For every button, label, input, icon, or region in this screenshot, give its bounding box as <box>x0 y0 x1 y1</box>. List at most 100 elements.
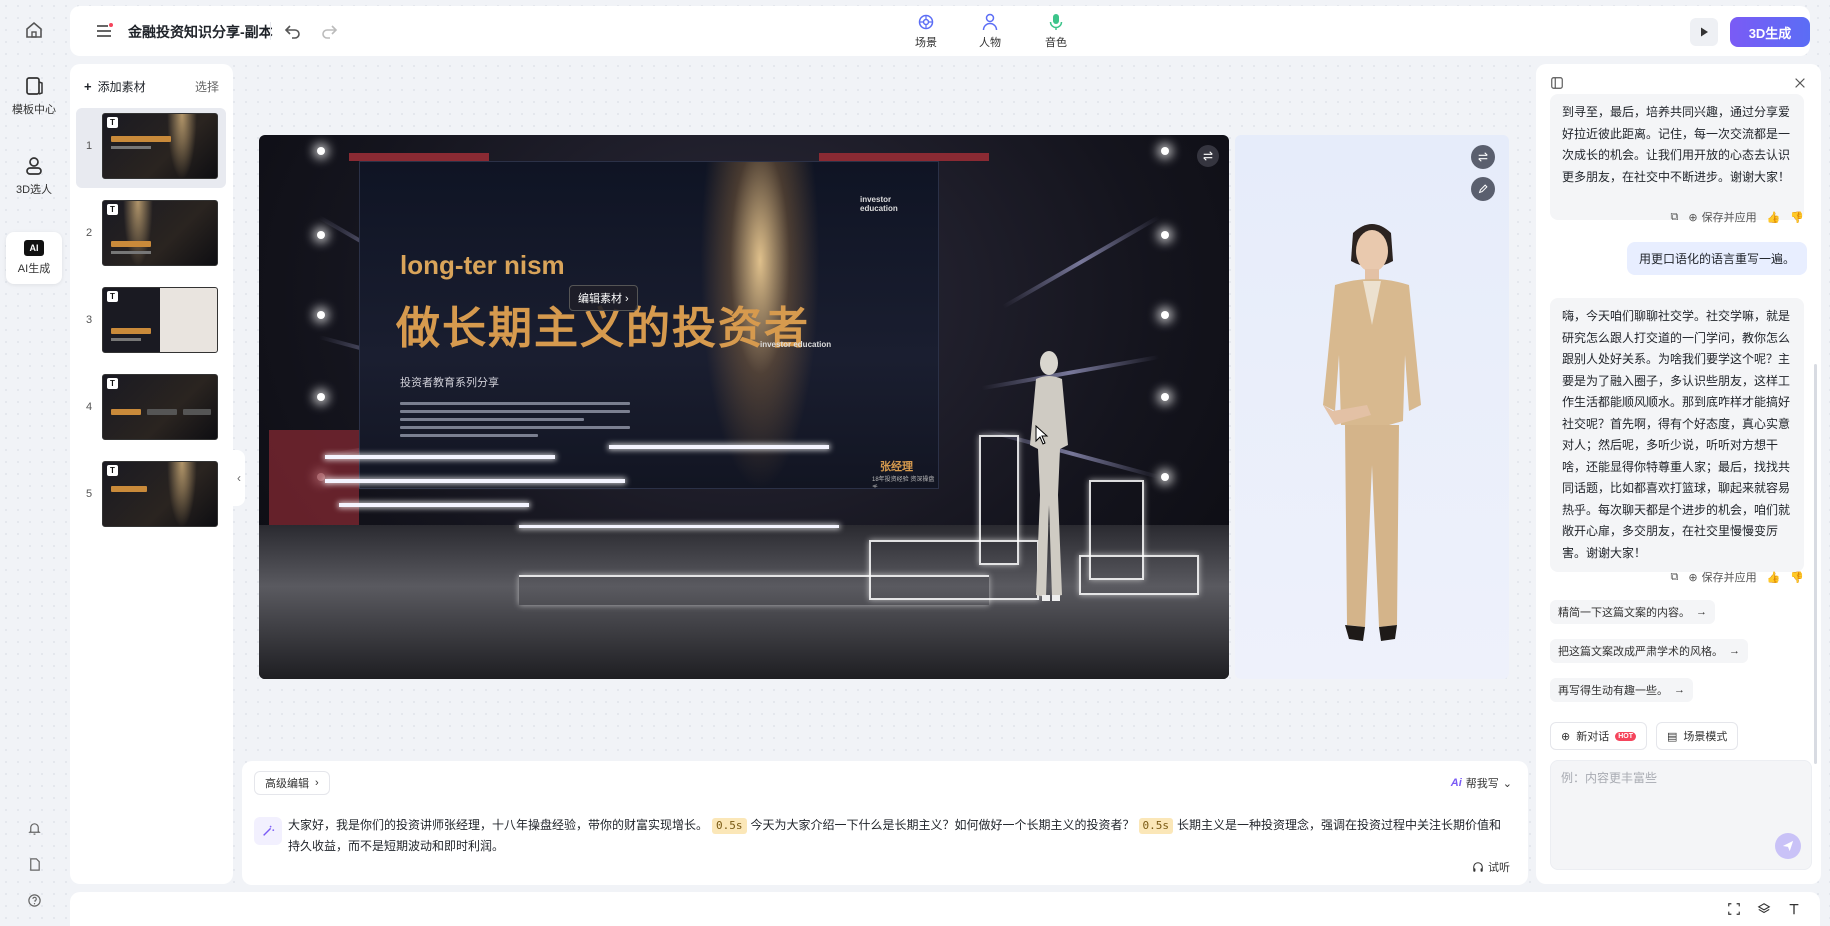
document-icon[interactable] <box>24 854 44 874</box>
slide-thumbnail: T <box>102 287 218 353</box>
rail-template-center[interactable]: 模板中心 <box>6 70 62 122</box>
save-apply-button[interactable]: ⊕ 保存并应用 <box>1688 209 1756 225</box>
rail-ai-label: AI生成 <box>17 263 51 275</box>
chat-input-box <box>1550 760 1812 870</box>
script-editor: 高级编辑 › Ai 帮我写 ⌄ 大家好，我是你们的投资讲师张经理，十八年操盘经验… <box>242 761 1528 885</box>
bell-icon[interactable] <box>24 818 44 838</box>
advanced-edit-button[interactable]: 高级编辑 › <box>254 771 330 795</box>
slide-number: 4 <box>86 401 93 413</box>
rail-ai-generate[interactable]: AI AI生成 <box>6 232 62 284</box>
panel-toggle-icon[interactable] <box>1550 76 1566 92</box>
screen-paragraph <box>400 402 630 442</box>
slide-number: 3 <box>86 314 93 326</box>
plus-circle-icon: ⊕ <box>1688 571 1698 584</box>
edit-icon[interactable] <box>1471 177 1495 201</box>
bottom-bar <box>70 892 1820 926</box>
template-icon <box>26 77 43 95</box>
plus-circle-icon: ⊕ <box>1688 211 1698 224</box>
listen-button[interactable]: 试听 <box>1472 859 1510 875</box>
suggestion-chip[interactable]: 再写得生动有趣一些。 → <box>1550 678 1693 702</box>
select-button[interactable]: 选择 <box>195 78 219 95</box>
top-bar: 金融投资知识分享-副本 场景 人物 音色 3D生成 <box>70 6 1810 56</box>
spotlight <box>317 393 325 401</box>
slide-item[interactable]: 1 T <box>76 108 226 188</box>
project-title[interactable]: 金融投资知识分享-副本 <box>128 22 273 42</box>
avatar-on-stage[interactable] <box>1014 345 1084 613</box>
thumbs-up-icon[interactable]: 👍 <box>1767 211 1781 224</box>
swap-icon[interactable] <box>1197 145 1219 167</box>
arrow-right-icon: → <box>1729 645 1740 657</box>
collapse-panel-button[interactable]: ‹ <box>233 450 245 506</box>
tab-scene-label: 场景 <box>915 37 937 49</box>
slide-thumbnail: T <box>102 113 218 179</box>
help-me-write-label: 帮我写 <box>1465 778 1499 790</box>
home-icon[interactable] <box>24 20 44 40</box>
thumbs-down-icon[interactable]: 👎 <box>1790 571 1804 584</box>
redo-icon[interactable] <box>318 20 340 42</box>
light-beam <box>1002 215 1160 309</box>
slide-item[interactable]: 4 T <box>76 369 226 449</box>
ai-write-icon: Ai <box>1450 777 1462 789</box>
add-material-button[interactable]: + 添加素材 <box>84 78 146 95</box>
slide-number: 1 <box>86 140 93 152</box>
avatar-preview[interactable] <box>1235 135 1509 679</box>
chat-scrollbar[interactable] <box>1814 364 1817 764</box>
pause-marker[interactable]: 0.5s <box>1138 818 1174 834</box>
slide-number: 5 <box>86 488 93 500</box>
spotlight <box>317 231 325 239</box>
pause-marker[interactable]: 0.5s <box>712 818 747 834</box>
stage-canvas[interactable]: investor education long-ter nism 做长期主义的投… <box>259 135 1229 679</box>
plus-icon: + <box>84 79 92 94</box>
ai-message: 嗨，今天咱们聊聊社交学。社交学嘛，就是研究怎么跟人打交道的一门学问，教你怎么跟别… <box>1550 298 1804 572</box>
spotlight <box>317 311 325 319</box>
send-button[interactable] <box>1775 833 1801 859</box>
help-me-write-button[interactable]: Ai 帮我写 ⌄ <box>1451 775 1512 791</box>
scene-mode-button[interactable]: ▤ 场景模式 <box>1656 722 1739 750</box>
help-icon[interactable] <box>24 890 44 910</box>
cursor-icon <box>1035 425 1049 445</box>
slide-item[interactable]: 5 T <box>76 456 226 536</box>
slide-item[interactable]: 3 T <box>76 282 226 362</box>
tab-scene[interactable]: 场景 <box>906 12 946 50</box>
script-segment: 今天为大家介绍一下什么是长期主义？如何做好一个长期主义的投资者？ <box>750 818 1135 832</box>
presenter-name: 张经理 <box>880 461 913 473</box>
undo-icon[interactable] <box>282 20 304 42</box>
magic-wand-icon[interactable] <box>254 817 282 845</box>
copy-icon[interactable]: ⧉ <box>1671 571 1679 584</box>
menu-icon[interactable] <box>94 21 114 41</box>
save-apply-button[interactable]: ⊕ 保存并应用 <box>1688 569 1756 585</box>
layers-icon[interactable] <box>1756 901 1772 917</box>
neon-strip <box>519 525 839 528</box>
headphone-icon <box>1473 862 1483 872</box>
slide-screen[interactable]: investor education long-ter nism 做长期主义的投… <box>359 161 939 489</box>
thumbs-up-icon[interactable]: 👍 <box>1767 571 1781 584</box>
suggestion-chip[interactable]: 精简一下这篇文案的内容。 → <box>1550 600 1715 624</box>
tab-voice[interactable]: 音色 <box>1036 12 1076 50</box>
slide-item[interactable]: 2 T <box>76 195 226 275</box>
new-chat-button[interactable]: ⊕ 新对话 HOT <box>1550 722 1647 750</box>
tab-person[interactable]: 人物 <box>970 12 1010 50</box>
suggestion-chip[interactable]: 把这篇文案改成严肃学术的风格。 → <box>1550 639 1748 663</box>
play-button[interactable] <box>1690 18 1718 46</box>
generate-3d-button[interactable]: 3D生成 <box>1730 17 1810 47</box>
fit-screen-icon[interactable] <box>1726 901 1742 917</box>
ai-message: 到寻至，最后，培养共同兴趣，通过分享爱好拉近彼此距离。记住，每一次交流都是一次成… <box>1550 94 1804 220</box>
neon-strip <box>609 445 829 449</box>
edit-material-chip[interactable]: 编辑素材 › <box>569 285 638 311</box>
swap-icon[interactable] <box>1471 145 1495 169</box>
copy-icon[interactable]: ⧉ <box>1671 211 1679 224</box>
send-icon <box>1782 840 1794 852</box>
save-apply-label: 保存并应用 <box>1701 572 1757 584</box>
stage-box <box>1079 555 1199 595</box>
script-segment: 大家好，我是你们的投资讲师张经理，十八年操盘经验，带你的财富实现增长。 <box>288 818 709 832</box>
edit-material-label: 编辑素材 <box>578 293 622 305</box>
thumbs-down-icon[interactable]: 👎 <box>1790 211 1804 224</box>
chat-input[interactable] <box>1561 771 1791 785</box>
close-icon[interactable] <box>1793 76 1809 92</box>
person-icon <box>982 13 998 31</box>
left-rail: 模板中心 3D选人 AI AI生成 <box>0 0 68 926</box>
script-text[interactable]: 大家好，我是你们的投资讲师张经理，十八年操盘经验，带你的财富实现增长。 0.5s 今… <box>288 815 1508 857</box>
rail-3d-avatar[interactable]: 3D选人 <box>6 150 62 202</box>
suggestion-label: 再写得生动有趣一些。 <box>1558 685 1668 697</box>
text-icon[interactable] <box>1786 901 1802 917</box>
